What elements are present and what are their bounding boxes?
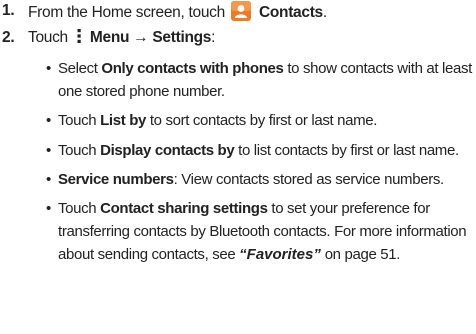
option-display-contacts-by: Display contacts by — [100, 141, 235, 159]
list-item: • Touch Display contacts by to list cont… — [46, 139, 474, 162]
step-text-before: From the Home screen, touch — [28, 4, 225, 21]
bullet-dot: • — [46, 60, 51, 77]
menu-path: Menu → Settings — [89, 29, 212, 46]
step-text-after: : — [211, 29, 216, 46]
option-list-by: List by — [100, 112, 146, 130]
step-text-after: . — [322, 4, 327, 21]
step-text-before: Touch — [28, 29, 68, 46]
settings-bullet-list: • Select Only contacts with phones to sh… — [46, 57, 474, 267]
bullet-text: Touch — [58, 112, 101, 130]
bullet-dot: • — [46, 112, 51, 130]
option-only-contacts-with-phones: Only contacts with phones — [101, 60, 284, 77]
bullet-text: Touch — [58, 141, 101, 159]
step-number: 1. — [2, 2, 15, 19]
step-text: From the Home screen, touch Contacts. — [28, 1, 327, 23]
bullet-dot: • — [46, 170, 51, 188]
favorites-reference-link[interactable]: “Favorites” — [239, 246, 321, 263]
bullet-dot: • — [46, 141, 51, 159]
bullet-text: to list contacts by first or last name. — [234, 141, 459, 159]
bullet-text: to sort contacts by first or last name. — [146, 112, 378, 130]
list-item: • Touch Contact sharing settings to set … — [46, 197, 474, 267]
instructions-page: 1. From the Home screen, touch Contacts.… — [0, 0, 476, 334]
contacts-app-icon — [230, 1, 251, 21]
bullet-dot: • — [46, 200, 51, 218]
bullet-text: : View contacts stored as service number… — [173, 170, 445, 188]
list-item: • Touch List by to sort contacts by firs… — [46, 109, 474, 132]
option-service-numbers: Service numbers — [58, 170, 174, 188]
bullet-text: on page 51. — [320, 246, 401, 264]
list-item: • Select Only contacts with phones to sh… — [46, 57, 474, 103]
app-name-contacts: Contacts — [258, 4, 323, 21]
list-item: • Service numbers: View contacts stored … — [46, 168, 474, 191]
bullet-text: Touch — [58, 200, 101, 218]
step-number: 2. — [2, 29, 15, 46]
step-text: Touch Menu → Settings: — [28, 28, 215, 48]
option-contact-sharing-settings: Contact sharing settings — [100, 200, 268, 218]
menu-dots-icon — [77, 29, 81, 43]
bullet-text: Select — [58, 60, 102, 77]
